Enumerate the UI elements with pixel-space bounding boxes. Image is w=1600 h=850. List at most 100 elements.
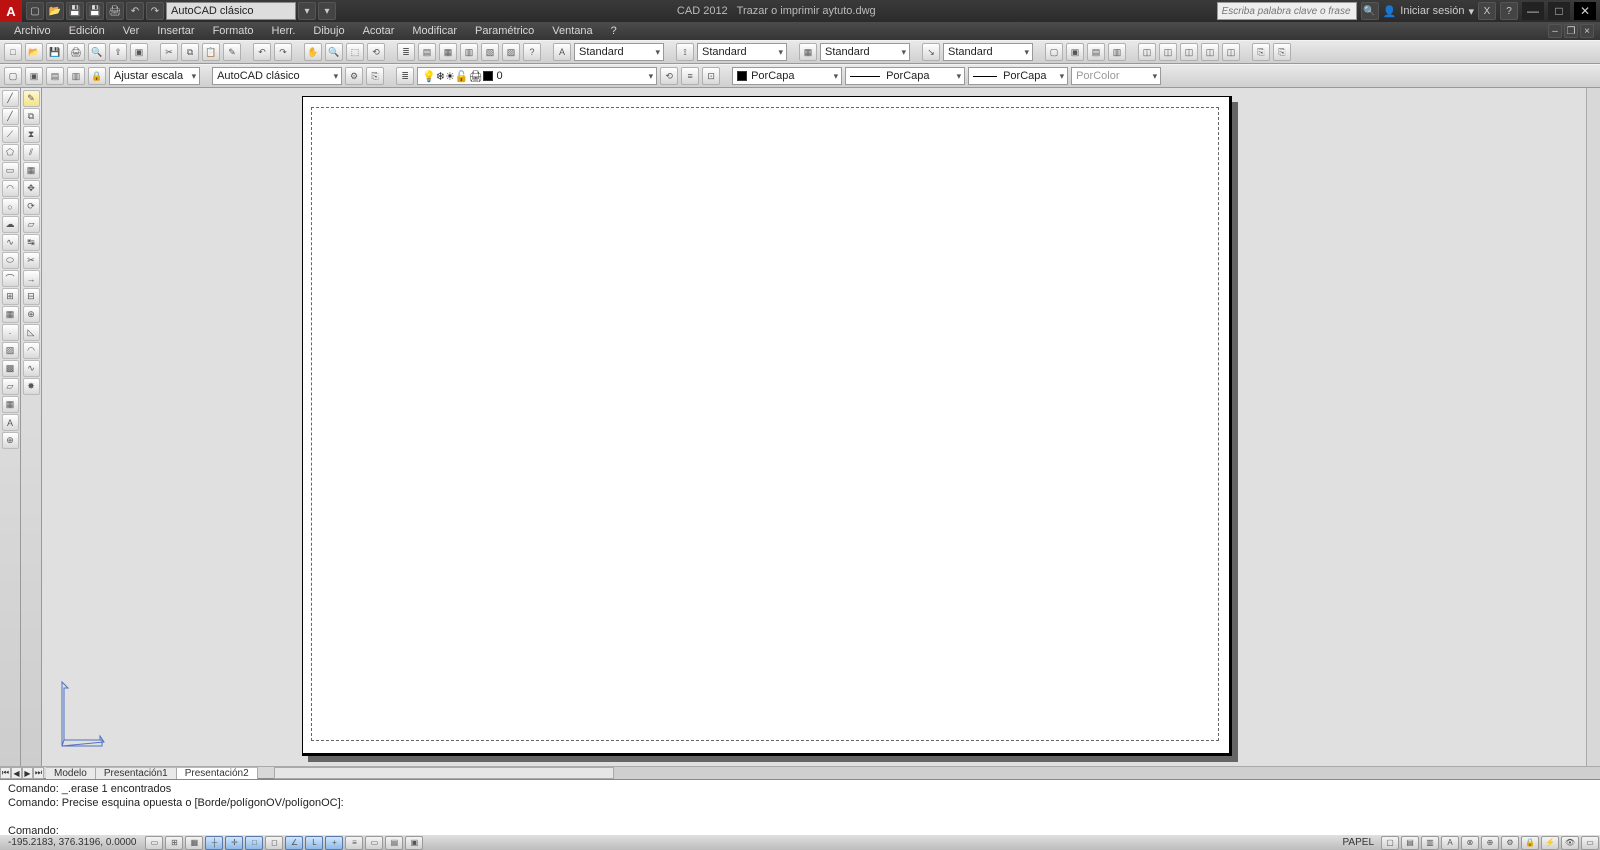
status-hardware-icon[interactable]: ⚡ (1541, 836, 1559, 850)
tb-ref2-icon[interactable]: ⎘ (1273, 43, 1291, 61)
exchange-icon[interactable]: X (1478, 2, 1496, 20)
tb-vp3-icon[interactable]: ▤ (1087, 43, 1105, 61)
menu-edicion[interactable]: Edición (61, 24, 113, 38)
tb-new-icon[interactable]: □ (4, 43, 22, 61)
tool-chamfer-icon[interactable]: ◺ (23, 324, 40, 341)
plotstyle-combo[interactable]: PorColor (1071, 67, 1161, 85)
linetype-combo[interactable]: PorCapa (845, 67, 965, 85)
tool-gradient-icon[interactable]: ▩ (2, 360, 19, 377)
search-go-icon[interactable]: 🔍 (1361, 2, 1379, 20)
tb-open-icon[interactable]: 📂 (25, 43, 43, 61)
tool-rotate-icon[interactable]: ⟳ (23, 198, 40, 215)
tb-3ddwf-icon[interactable]: ▣ (130, 43, 148, 61)
tool-insert-icon[interactable]: ⊞ (2, 288, 19, 305)
tool-offset-icon[interactable]: ⫽ (23, 144, 40, 161)
infocenter-search-input[interactable]: Escriba palabra clave o frase (1217, 2, 1357, 20)
status-tpy-icon[interactable]: ▭ (365, 836, 383, 850)
tool-scale-icon[interactable]: ▱ (23, 216, 40, 233)
menu-help[interactable]: ? (603, 24, 625, 38)
workspace-save-icon[interactable]: ⎘ (366, 67, 384, 85)
tab-nav-prev-icon[interactable]: ◀ (11, 767, 22, 779)
tool-erase-icon[interactable]: ✎ (23, 90, 40, 107)
tab-layout2[interactable]: Presentación2 (177, 767, 258, 779)
status-lwt-icon[interactable]: ≡ (345, 836, 363, 850)
tb-publish-icon[interactable]: ⇪ (109, 43, 127, 61)
status-snap-icon[interactable]: ⊞ (165, 836, 183, 850)
menu-insertar[interactable]: Insertar (149, 24, 202, 38)
tool-pline-icon[interactable]: ⟋ (2, 126, 19, 143)
tool-trim-icon[interactable]: ✂ (23, 252, 40, 269)
tb-plot-icon[interactable]: 🖨 (67, 43, 85, 61)
tool-polygon-icon[interactable]: ⬠ (2, 144, 19, 161)
tab-layout1[interactable]: Presentación1 (96, 767, 177, 779)
tb-toolpal-icon[interactable]: ▦ (439, 43, 457, 61)
doc-restore-icon[interactable]: ❐ (1564, 24, 1578, 38)
tool-fillet-icon[interactable]: ◠ (23, 342, 40, 359)
tab-nav-last-icon[interactable]: ⏭ (33, 767, 44, 779)
tb-dcenter-icon[interactable]: ▤ (418, 43, 436, 61)
status-quickview-d-icon[interactable]: ▥ (1421, 836, 1439, 850)
scrollbar-horizontal[interactable] (274, 767, 1600, 779)
status-annoscale-icon[interactable]: A (1441, 836, 1459, 850)
status-annovis-icon[interactable]: ⊗ (1461, 836, 1479, 850)
status-infer-icon[interactable]: ▭ (145, 836, 163, 850)
status-clean-icon[interactable]: ▭ (1581, 836, 1599, 850)
vp-poly-icon[interactable]: ▣ (25, 67, 43, 85)
qat-save-icon[interactable]: 💾 (66, 2, 84, 20)
tab-model[interactable]: Modelo (46, 767, 96, 779)
tb-save-icon[interactable]: 💾 (46, 43, 64, 61)
tb-ws5-icon[interactable]: ◫ (1222, 43, 1240, 61)
workspace-combo[interactable]: AutoCAD clásico (212, 67, 342, 85)
tb-markup-icon[interactable]: ▧ (481, 43, 499, 61)
status-dyn-icon[interactable]: + (325, 836, 343, 850)
tool-stretch-icon[interactable]: ↹ (23, 234, 40, 251)
status-grid-icon[interactable]: ▦ (185, 836, 203, 850)
qat-redo-icon[interactable]: ↷ (146, 2, 164, 20)
menu-dibujo[interactable]: Dibujo (305, 24, 352, 38)
doc-close-icon[interactable]: × (1580, 24, 1594, 38)
tb-ref1-icon[interactable]: ⎘ (1252, 43, 1270, 61)
scrollbar-horizontal-thumb[interactable] (274, 767, 614, 779)
workspace-selector[interactable]: AutoCAD clásico (166, 2, 296, 20)
layer-combo[interactable]: 💡❄☀🔓🖨 0 (417, 67, 657, 85)
tool-mtext-icon[interactable]: A (2, 414, 19, 431)
window-minimize-icon[interactable]: — (1522, 2, 1544, 20)
status-autoscale-icon[interactable]: ⊕ (1481, 836, 1499, 850)
tool-explode-icon[interactable]: ✸ (23, 378, 40, 395)
qat-open-icon[interactable]: 📂 (46, 2, 64, 20)
tool-ellipse-icon[interactable]: ⬭ (2, 252, 19, 269)
tb-zoomprev-icon[interactable]: ⟲ (367, 43, 385, 61)
tb-vp2-icon[interactable]: ▣ (1066, 43, 1084, 61)
text-style-combo[interactable]: Standard (574, 43, 664, 61)
tool-blend-icon[interactable]: ∿ (23, 360, 40, 377)
menu-herr[interactable]: Herr. (264, 24, 304, 38)
tb-ws1-icon[interactable]: ◫ (1138, 43, 1156, 61)
qat-dropdown-icon[interactable]: ▾ (298, 2, 316, 20)
menu-modificar[interactable]: Modificar (404, 24, 465, 38)
tab-nav-next-icon[interactable]: ▶ (22, 767, 33, 779)
layer-prev-icon[interactable]: ⟲ (660, 67, 678, 85)
status-polar-icon[interactable]: ✛ (225, 836, 243, 850)
tb-undo-icon[interactable]: ↶ (253, 43, 271, 61)
doc-minimize-icon[interactable]: – (1548, 24, 1562, 38)
tb-redo-icon[interactable]: ↷ (274, 43, 292, 61)
tb-zoom-icon[interactable]: 🔍 (325, 43, 343, 61)
status-qp-icon[interactable]: ▤ (385, 836, 403, 850)
status-otrack-icon[interactable]: ∠ (285, 836, 303, 850)
signin-button[interactable]: 👤 Iniciar sesión ▾ (1383, 5, 1474, 18)
tab-nav-first-icon[interactable]: ⏮ (0, 767, 11, 779)
status-sc-icon[interactable]: ▣ (405, 836, 423, 850)
vp-object-icon[interactable]: ▤ (46, 67, 64, 85)
menu-archivo[interactable]: Archivo (6, 24, 59, 38)
status-maxvp-icon[interactable]: ▢ (1381, 836, 1399, 850)
coordinates-readout[interactable]: -195.2183, 376.3196, 0.0000 (0, 837, 144, 848)
tb-ws3-icon[interactable]: ◫ (1180, 43, 1198, 61)
qat-undo-icon[interactable]: ↶ (126, 2, 144, 20)
command-window[interactable]: Comando: _.erase 1 encontrados Comando: … (0, 778, 1600, 834)
mleader-style-icon[interactable]: ↘ (922, 43, 940, 61)
drawing-canvas[interactable] (42, 88, 1586, 766)
qat-saveas-icon[interactable]: 💾 (86, 2, 104, 20)
tool-addsel-icon[interactable]: ⊕ (2, 432, 19, 449)
tool-arc-icon[interactable]: ◠ (2, 180, 19, 197)
tb-zoomwin-icon[interactable]: ⬚ (346, 43, 364, 61)
